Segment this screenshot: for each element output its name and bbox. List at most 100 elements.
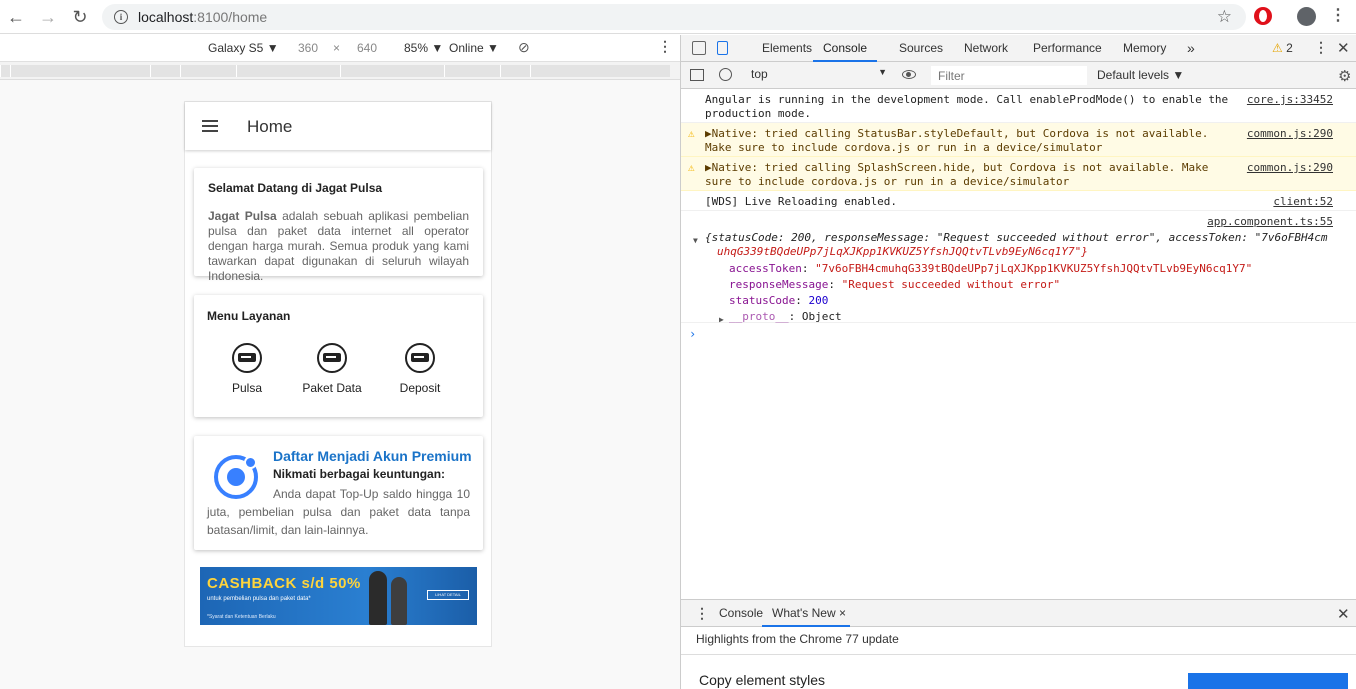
tab-performance[interactable]: Performance [1033, 35, 1102, 62]
ruler-segment[interactable] [150, 65, 180, 77]
drawer-close-icon[interactable]: ✕ [1337, 605, 1350, 623]
clear-console-icon[interactable] [719, 68, 732, 81]
media-query-ruler[interactable] [0, 62, 680, 80]
ruler-segment[interactable] [444, 65, 500, 77]
filter-input[interactable] [931, 66, 1087, 85]
message-source-link[interactable]: common.js:290 [1247, 161, 1333, 175]
context-select[interactable]: top ▼ [751, 67, 887, 84]
property-key: responseMessage [729, 278, 829, 291]
console-toolbar: top ▼ Default levels ▼ ⚙ [681, 62, 1356, 89]
service-pulsa[interactable]: Pulsa [207, 343, 287, 395]
tab-elements[interactable]: Elements [762, 35, 812, 62]
log-levels-select[interactable]: Default levels ▼ [1097, 68, 1184, 82]
banner-people-image [365, 569, 415, 625]
welcome-body: Jagat Pulsa adalah sebuah aplikasi pembe… [208, 209, 469, 284]
back-arrow-icon[interactable]: ← [0, 1, 32, 33]
profile-icon[interactable] [1297, 7, 1316, 26]
warning-counter[interactable]: ⚠ 2 [1272, 41, 1293, 55]
sidebar-toggle-icon[interactable] [690, 69, 704, 81]
height-field[interactable]: 640 [357, 41, 377, 55]
more-tabs-icon[interactable]: » [1187, 35, 1195, 62]
message-source-link[interactable]: core.js:33452 [1247, 93, 1333, 107]
property-key: accessToken [729, 262, 802, 275]
devtools-kebab-icon[interactable]: ⋮ [1314, 39, 1328, 56]
expand-triangle-icon[interactable]: ▼ [693, 234, 698, 248]
drawer-tabbar: ⋮ Console What's New × ✕ [681, 599, 1356, 627]
ruler-segment[interactable] [340, 65, 444, 77]
collapse-triangle-icon[interactable]: ▶ [719, 313, 724, 327]
device-toggle-icon[interactable] [717, 41, 728, 55]
tab-memory[interactable]: Memory [1123, 35, 1166, 62]
address-bar[interactable]: i localhost:8100/home ☆ [102, 4, 1246, 30]
message-text: ▶Native: tried calling SplashScreen.hide… [705, 161, 1209, 188]
network-select[interactable]: Online ▼ [449, 41, 499, 55]
url-path: :8100/home [193, 9, 268, 25]
tab-sources[interactable]: Sources [899, 35, 943, 62]
console-message: [WDS] Live Reloading enabled. client:52 [681, 191, 1356, 211]
service-paket-data[interactable]: Paket Data [292, 343, 372, 395]
ruler-segment[interactable] [180, 65, 236, 77]
rotate-icon[interactable]: ⊘ [518, 39, 530, 56]
premium-subtitle: Nikmati berbagai keuntungan: [273, 467, 446, 481]
context-value: top [751, 67, 768, 81]
feature-title[interactable]: Copy element styles [699, 672, 825, 688]
console-prompt[interactable]: › [689, 327, 696, 341]
console-warning[interactable]: ⚠ ▶Native: tried calling StatusBar.style… [681, 123, 1356, 157]
object-summary-line1[interactable]: ▼ {statusCode: 200, responseMessage: "Req… [693, 231, 1328, 245]
hamburger-menu-icon[interactable] [202, 120, 218, 132]
console-object-log: app.component.ts:55 ▼ {statusCode: 200, r… [681, 211, 1356, 324]
service-label: Deposit [399, 381, 441, 395]
wallet-icon [232, 343, 262, 373]
drawer-tab-whats-new[interactable]: What's New × [762, 606, 850, 627]
devtools-panel: Elements Console Sources Network Perform… [680, 35, 1356, 689]
whats-new-heading: Highlights from the Chrome 77 update [696, 632, 899, 646]
times-label: × [333, 41, 341, 55]
message-source-link[interactable]: common.js:290 [1247, 127, 1333, 141]
tab-network[interactable]: Network [964, 35, 1008, 62]
ruler-segment[interactable] [530, 65, 670, 77]
premium-card[interactable]: Daftar Menjadi Akun Premium Nikmati berb… [194, 436, 483, 550]
banner-detail-button[interactable]: LIHAT DETAIL [427, 590, 469, 600]
eye-icon[interactable] [902, 70, 916, 79]
tab-console[interactable]: Console [813, 35, 878, 62]
message-source-link[interactable]: app.component.ts:55 [1207, 215, 1333, 229]
property-proto[interactable]: ▶ __proto__: Object [719, 310, 842, 324]
warning-icon: ⚠ [688, 161, 695, 174]
kebab-icon[interactable]: ⋮ [1330, 6, 1346, 26]
gear-icon[interactable]: ⚙ [1338, 67, 1351, 85]
property-value: Object [801, 310, 842, 323]
zoom-select[interactable]: 85% ▼ [404, 41, 443, 55]
forward-arrow-icon[interactable]: → [32, 1, 64, 33]
devtools-drawer: ⋮ Console What's New × ✕ Highlights from… [681, 599, 1356, 689]
wallet-icon [405, 343, 435, 373]
cashback-banner[interactable]: CASHBACK s/d 50% untuk pembelian pulsa d… [200, 567, 477, 625]
star-icon[interactable]: ☆ [1217, 7, 1232, 27]
inspect-element-icon[interactable] [692, 41, 706, 55]
service-deposit[interactable]: Deposit [380, 343, 460, 395]
devtools-close-icon[interactable]: ✕ [1337, 39, 1350, 57]
info-icon[interactable]: i [114, 10, 128, 24]
ruler-segment[interactable] [0, 65, 10, 77]
drawer-tab-console[interactable]: Console [719, 606, 763, 620]
width-field[interactable]: 360 [298, 41, 318, 55]
banner-subline: untuk pembelian pulsa dan paket data* [207, 596, 311, 602]
message-source-link[interactable]: client:52 [1273, 195, 1333, 209]
warning-count: 2 [1286, 41, 1293, 55]
console-warning[interactable]: ⚠ ▶Native: tried calling SplashScreen.hi… [681, 157, 1356, 191]
console-message: Angular is running in the development mo… [681, 89, 1356, 123]
url-text[interactable]: localhost:8100/home [138, 9, 267, 25]
opera-icon[interactable] [1254, 7, 1272, 25]
ruler-segment[interactable] [500, 65, 530, 77]
premium-title[interactable]: Daftar Menjadi Akun Premium [273, 448, 472, 464]
url-host: localhost [138, 9, 194, 25]
feature-thumbnail [1188, 673, 1348, 689]
divider [681, 654, 1356, 655]
device-select[interactable]: Galaxy S5 ▼ [208, 41, 279, 55]
property-response-message: responseMessage: "Request succeeded with… [729, 278, 1061, 291]
drawer-kebab-icon[interactable]: ⋮ [695, 605, 709, 622]
device-kebab-icon[interactable]: ⋮ [658, 38, 672, 55]
property-status-code: statusCode: 200 [729, 294, 829, 307]
ruler-segment[interactable] [236, 65, 340, 77]
ruler-segment[interactable] [10, 65, 150, 77]
reload-icon[interactable]: ↻ [64, 1, 96, 33]
